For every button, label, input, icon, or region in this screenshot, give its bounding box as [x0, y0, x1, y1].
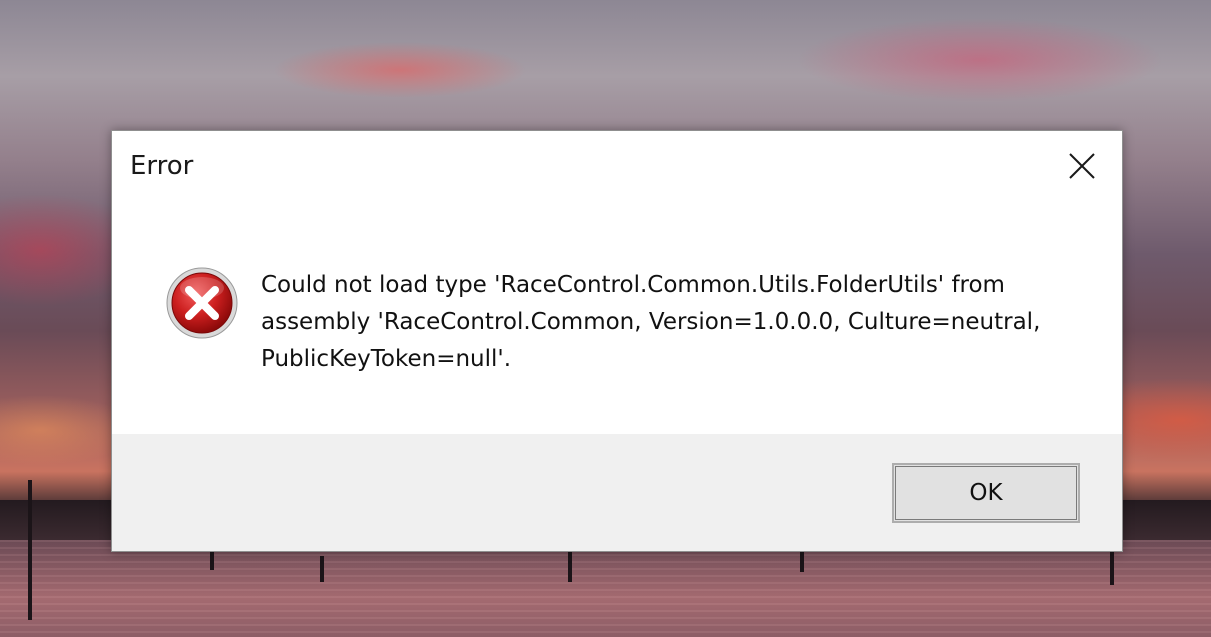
error-icon: [165, 266, 239, 340]
ok-button[interactable]: OK: [892, 463, 1080, 523]
dialog-footer: OK: [112, 434, 1122, 551]
message-line: assembly 'RaceControl.Common, Version=1.…: [261, 309, 1041, 335]
wallpaper-post: [320, 556, 324, 582]
wallpaper-post: [568, 552, 572, 582]
close-button[interactable]: [1042, 131, 1122, 201]
error-dialog: Error Could not load type 'RaceControl.C…: [111, 130, 1123, 552]
dialog-title: Error: [130, 151, 194, 181]
error-message: Could not load type 'RaceControl.Common.…: [261, 267, 1081, 378]
wallpaper-post: [800, 552, 804, 572]
close-icon: [1069, 153, 1095, 179]
message-line: Could not load type 'RaceControl.Common.…: [261, 272, 1005, 298]
dialog-titlebar[interactable]: Error: [112, 131, 1122, 203]
wallpaper-water: [0, 540, 1211, 637]
wallpaper-post: [28, 480, 32, 620]
dialog-content: Could not load type 'RaceControl.Common.…: [112, 203, 1122, 435]
message-line: PublicKeyToken=null'.: [261, 346, 512, 372]
desktop-wallpaper: Error Could not load type 'RaceControl.C…: [0, 0, 1211, 637]
